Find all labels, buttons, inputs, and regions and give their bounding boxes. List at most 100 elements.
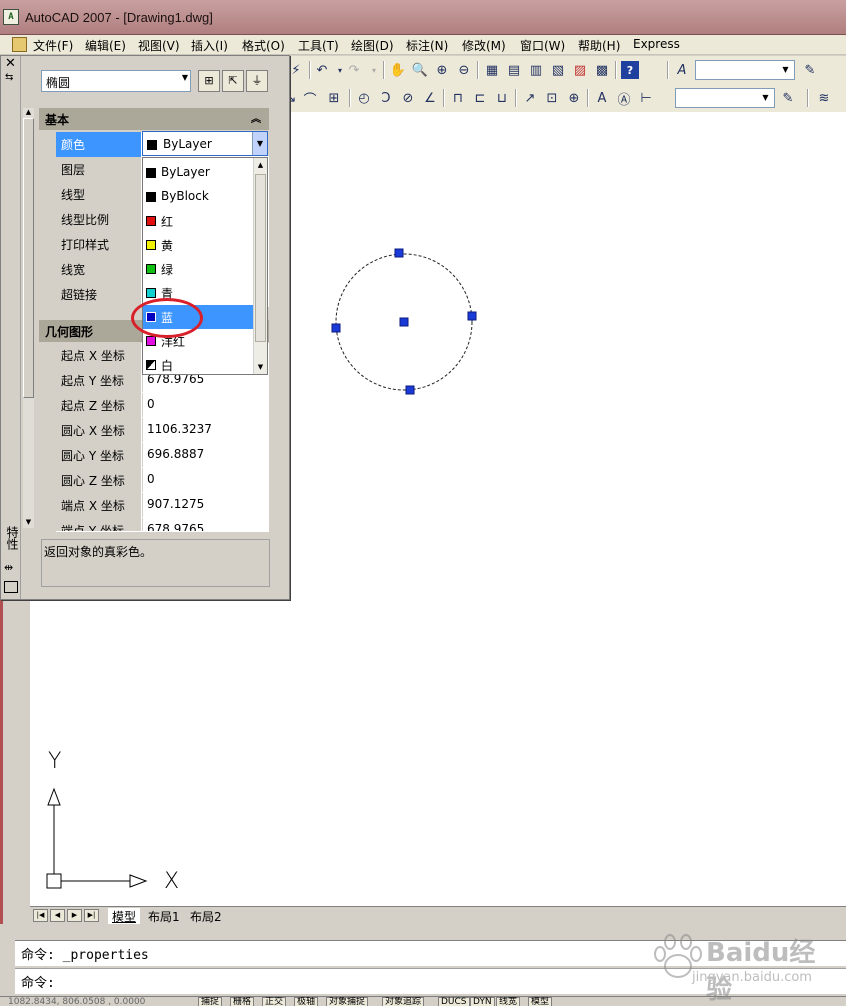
help-icon[interactable]: ? [621, 61, 639, 79]
properties-menu-icon[interactable]: ⇹ [4, 561, 13, 574]
menu-draw[interactable]: 绘图(D) [349, 37, 396, 54]
color-option-green[interactable]: 绿 [143, 257, 254, 281]
quick-dim-icon[interactable]: ⊓ [449, 89, 467, 107]
palette-options-icon[interactable] [4, 581, 18, 593]
tab-layout1[interactable]: 布局1 [144, 908, 184, 924]
select-objects-icon[interactable]: ⇱ [222, 70, 244, 92]
grip-center[interactable] [399, 317, 409, 327]
tab-model[interactable]: 模型 [108, 908, 141, 924]
menu-tools[interactable]: 工具(T) [296, 37, 341, 54]
color-option-yellow[interactable]: 黄 [143, 233, 254, 257]
pan-realtime-icon[interactable]: ✋ [389, 61, 407, 79]
redo-dropdown-icon[interactable]: ▾ [365, 61, 383, 79]
grip-top[interactable] [394, 248, 404, 258]
scroll-up-icon[interactable]: ▲ [23, 108, 34, 118]
color-select[interactable]: ByLayer ▼ [142, 131, 268, 156]
next-tab-icon[interactable]: ▶ [67, 909, 82, 922]
autocad-app-icon[interactable]: A [3, 9, 19, 25]
prop-value[interactable]: 0 [143, 468, 269, 493]
last-tab-icon[interactable]: ▶| [84, 909, 99, 922]
dim-edit-icon[interactable]: A [593, 89, 611, 107]
color-option-byblock[interactable]: ByBlock [143, 185, 254, 209]
status-polar-button[interactable]: 极轴 [294, 997, 319, 1006]
prop-row-start-z[interactable]: 起点 Z 坐标 0 [56, 393, 269, 418]
dim-jogged-icon[interactable]: Ↄ [377, 89, 395, 107]
dim-text-edit-icon[interactable]: Ⓐ [615, 89, 633, 108]
text-style-icon[interactable]: A [673, 61, 691, 79]
tool-palettes-icon[interactable]: ▥ [527, 61, 545, 79]
prop-row-center-y[interactable]: 圆心 Y 坐标 696.8887 [56, 443, 269, 468]
zoom-previous-icon[interactable]: ⊖ [455, 61, 473, 79]
prop-value[interactable]: 678.9765 [143, 518, 269, 531]
menu-modify[interactable]: 修改(M) [460, 37, 508, 54]
dropdown-scrollbar[interactable]: ▲ ▼ [253, 158, 267, 374]
menu-express[interactable]: Express [631, 37, 682, 51]
prop-value[interactable]: 907.1275 [143, 493, 269, 518]
redo-icon[interactable]: ↷ [345, 61, 363, 79]
layers-icon[interactable]: ≋ [815, 89, 833, 107]
dim-diameter-icon[interactable]: ⊘ [399, 89, 417, 107]
close-icon[interactable]: ✕ [5, 56, 16, 71]
chevron-down-icon[interactable]: ▼ [252, 132, 267, 155]
dim-style-manager-icon[interactable]: ✎ [779, 89, 797, 107]
prop-row-end-y[interactable]: 端点 Y 坐标 678.9765 [56, 518, 269, 532]
menu-insert[interactable]: 插入(I) [189, 37, 230, 54]
center-mark-icon[interactable]: ⊕ [565, 89, 583, 107]
status-snap-button[interactable]: 捕捉 [198, 997, 223, 1006]
prop-row-center-x[interactable]: 圆心 X 坐标 1106.3237 [56, 418, 269, 443]
color-option-red[interactable]: 红 [143, 209, 254, 233]
dim-style-combo[interactable]: ▼ [675, 88, 775, 108]
dim-arc-icon[interactable]: ⌒ [301, 89, 319, 108]
menu-window[interactable]: 窗口(W) [518, 37, 567, 54]
dim-baseline-icon[interactable]: ⊏ [471, 89, 489, 107]
status-ducs-button[interactable]: DUCS [438, 997, 470, 1006]
calculator-icon[interactable]: ▩ [593, 61, 611, 79]
color-option-bylayer[interactable]: ByLayer [143, 161, 254, 185]
status-dyn-button[interactable]: DYN [470, 997, 495, 1006]
scroll-down-icon[interactable]: ▼ [254, 360, 267, 374]
tab-layout2[interactable]: 布局2 [186, 908, 226, 924]
prev-tab-icon[interactable]: ◀ [50, 909, 65, 922]
dim-ordinate-icon[interactable]: ⊞ [325, 89, 343, 107]
color-option-white[interactable]: 白 [143, 353, 254, 374]
grip-bottom[interactable] [405, 385, 415, 395]
menu-view[interactable]: 视图(V) [136, 37, 182, 54]
prop-row-center-z[interactable]: 圆心 Z 坐标 0 [56, 468, 269, 493]
object-type-select[interactable]: 椭圆 ▼ [41, 70, 191, 92]
properties-icon[interactable]: ▦ [483, 61, 501, 79]
status-model-button[interactable]: 模型 [528, 997, 553, 1006]
tolerance-icon[interactable]: ⊡ [543, 89, 561, 107]
zoom-realtime-icon[interactable]: 🔍 [411, 61, 429, 79]
text-style-combo[interactable]: ▼ [695, 60, 795, 80]
markup-icon[interactable]: ▨ [571, 61, 589, 79]
dim-update-icon[interactable]: ⊢ [637, 89, 655, 107]
scroll-thumb[interactable] [255, 174, 266, 342]
palette-scrollbar[interactable]: ▲ ▼ [23, 108, 34, 528]
collapse-icon[interactable]: ︽ [251, 110, 261, 125]
design-center-icon[interactable]: ▤ [505, 61, 523, 79]
grip-left[interactable] [331, 323, 341, 333]
menu-format[interactable]: 格式(O) [240, 37, 287, 54]
status-otrack-button[interactable]: 对象追踪 [382, 997, 425, 1006]
prop-row-end-x[interactable]: 端点 X 坐标 907.1275 [56, 493, 269, 518]
scroll-up-icon[interactable]: ▲ [254, 158, 267, 172]
section-basic[interactable]: 基本 ︽ [39, 108, 269, 130]
scroll-thumb[interactable] [23, 118, 34, 398]
sheet-set-icon[interactable]: ▧ [549, 61, 567, 79]
menu-dimension[interactable]: 标注(N) [404, 37, 450, 54]
dim-radius-icon[interactable]: ◴ [355, 89, 373, 107]
quick-select-icon[interactable]: ⏚ [246, 70, 268, 92]
dim-style-icon[interactable]: ✎ [801, 61, 819, 79]
dim-continue-icon[interactable]: ⊔ [493, 89, 511, 107]
scroll-down-icon[interactable]: ▼ [23, 518, 34, 528]
status-lineweight-button[interactable]: 线宽 [496, 997, 521, 1006]
status-grid-button[interactable]: 栅格 [230, 997, 255, 1006]
prop-value[interactable]: 0 [143, 393, 269, 418]
toggle-pickadd-icon[interactable]: ⊞ [198, 70, 220, 92]
quick-leader-icon[interactable]: ↗ [521, 89, 539, 107]
prop-value[interactable]: 1106.3237 [143, 418, 269, 443]
status-osnap-button[interactable]: 对象捕捉 [326, 997, 369, 1006]
grip-right[interactable] [467, 311, 477, 321]
document-icon[interactable] [12, 37, 27, 52]
menu-help[interactable]: 帮助(H) [576, 37, 622, 54]
